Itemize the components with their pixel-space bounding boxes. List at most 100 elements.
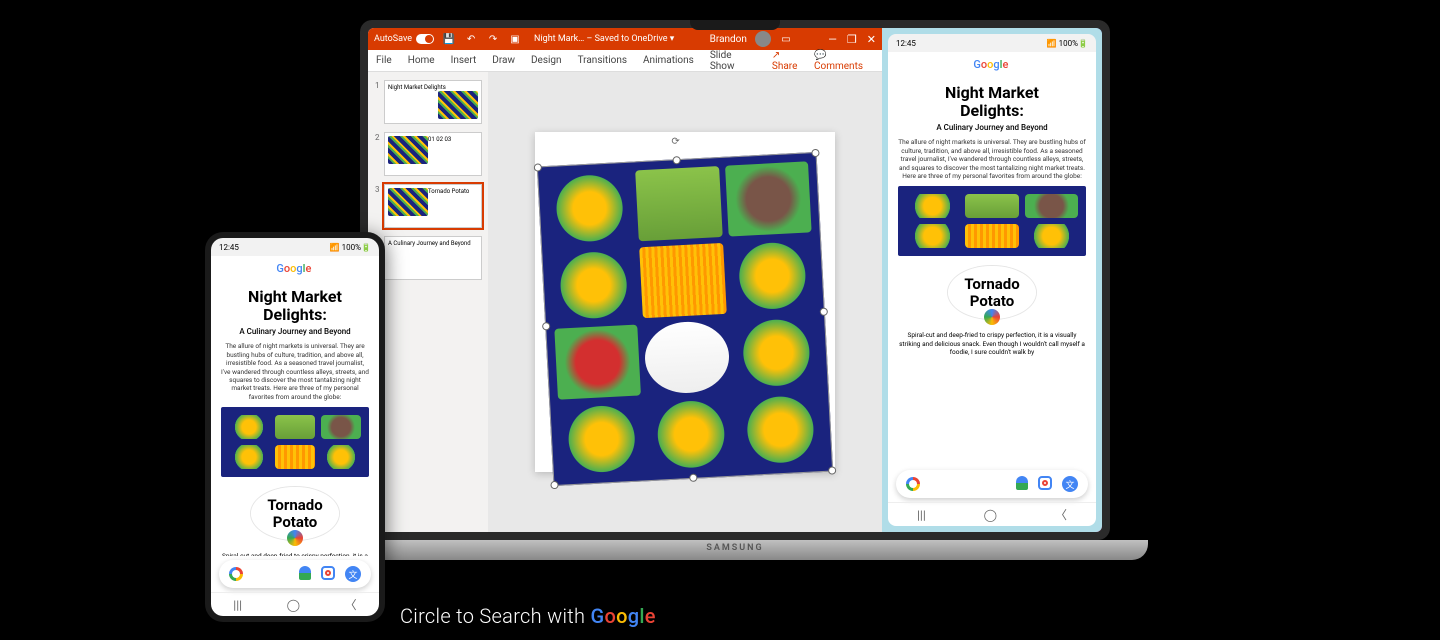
resize-handle[interactable] [689, 474, 697, 482]
article-title: Night MarketDelights: [898, 84, 1086, 119]
lens-icon[interactable] [1038, 476, 1052, 490]
undo-icon[interactable]: ↶ [464, 32, 478, 46]
search-bar[interactable]: 文 [219, 560, 371, 588]
recents-button[interactable]: ||| [233, 598, 242, 612]
home-button[interactable]: ◯ [984, 508, 997, 522]
translate-icon[interactable]: 文 [1062, 476, 1078, 492]
google-logo: Google [276, 262, 311, 275]
thumb-2[interactable]: 201 02 03 [384, 132, 482, 176]
article-title: Night MarketDelights: [221, 288, 369, 323]
phone-device: 12:45 📶 100%🔋 ✕ Google ⋮ Night MarketDel… [205, 232, 385, 622]
sparkle-icon [984, 309, 1000, 325]
titlebar: AutoSave 💾 ↶ ↷ ▣ Night Mark… – Saved to … [368, 28, 882, 50]
comments-button[interactable]: 💬 Comments [814, 50, 874, 72]
article-image [898, 186, 1086, 256]
article-content: Night MarketDelights: A Culinary Journey… [211, 256, 379, 556]
more-icon[interactable]: ⋮ [1074, 56, 1088, 72]
article-body: The allure of night markets is universal… [221, 342, 369, 401]
slide-edit-area: ⟳ [535, 132, 835, 472]
tab-draw[interactable]: Draw [492, 55, 515, 66]
google-logo: Google [591, 604, 656, 628]
thumb-4[interactable]: A Culinary Journey and Beyond [384, 236, 482, 280]
slide-canvas[interactable]: ⟳ [488, 72, 882, 532]
resize-handle[interactable] [828, 466, 836, 474]
clock: 12:45 [896, 39, 916, 48]
autosave-toggle[interactable]: AutoSave [374, 34, 434, 44]
article-desc: Spiral-cut and deep-fried to crispy perf… [221, 552, 369, 556]
status-icons: 📶 100%🔋 [1047, 39, 1088, 48]
resize-handle[interactable] [550, 481, 558, 489]
mic-icon[interactable] [299, 566, 311, 580]
thumb-3[interactable]: 3Tornado Potato [384, 184, 482, 228]
tab-transitions[interactable]: Transitions [578, 55, 627, 66]
circle-to-search-selection[interactable]: TornadoPotato [251, 487, 338, 540]
search-bar[interactable]: 文 [896, 470, 1088, 498]
mic-icon[interactable] [1016, 476, 1028, 490]
search-overlay-bar: ✕ Google ⋮ [211, 256, 379, 280]
toggle-icon[interactable] [416, 34, 434, 44]
phone-screen: 12:45 📶 100%🔋 ✕ Google ⋮ Night MarketDel… [211, 238, 379, 616]
phone-mirror-panel: 12:45 📶 100%🔋 ✕ Google ⋮ Night MarketDel… [882, 28, 1102, 532]
document-title: Night Mark… – Saved to OneDrive ▾ [534, 34, 674, 44]
home-button[interactable]: ◯ [287, 598, 300, 612]
tab-insert[interactable]: Insert [451, 55, 477, 66]
resize-handle[interactable] [811, 149, 819, 157]
avatar-icon[interactable] [755, 31, 771, 47]
tab-home[interactable]: Home [408, 55, 435, 66]
tab-slideshow[interactable]: Slide Show [710, 50, 756, 72]
status-bar: 12:45 📶 100%🔋 [888, 34, 1096, 52]
more-icon[interactable]: ⋮ [357, 260, 371, 276]
autosave-label: AutoSave [374, 34, 412, 44]
rotate-handle-icon[interactable]: ⟳ [671, 136, 680, 147]
redo-icon[interactable]: ↷ [486, 32, 500, 46]
ribbon-mode-icon[interactable]: ▭ [779, 32, 793, 46]
search-overlay-bar: ✕ Google ⋮ [888, 52, 1096, 76]
share-button[interactable]: ↗ Share [772, 50, 806, 72]
close-icon[interactable]: ✕ [896, 57, 908, 71]
laptop-bezel: AutoSave 💾 ↶ ↷ ▣ Night Mark… – Saved to … [360, 20, 1110, 540]
circled-text: TornadoPotato [964, 276, 1019, 309]
tab-file[interactable]: File [376, 55, 392, 66]
android-nav-bar: ||| ◯ 〈 [888, 502, 1096, 526]
close-icon[interactable]: ✕ [219, 261, 231, 275]
google-icon[interactable] [906, 477, 920, 491]
android-nav-bar: ||| ◯ 〈 [211, 592, 379, 616]
back-button[interactable]: 〈 [345, 596, 357, 613]
marketing-tagline: Circle to Search with Google [400, 604, 656, 628]
status-bar: 12:45 📶 100%🔋 [211, 238, 379, 256]
slide-thumbnails: 1Night Market Delights 201 02 03 3Tornad… [368, 72, 488, 532]
phone-mirror-screen: 12:45 📶 100%🔋 ✕ Google ⋮ Night MarketDel… [888, 34, 1096, 526]
thumb-1[interactable]: 1Night Market Delights [384, 80, 482, 124]
recents-button[interactable]: ||| [917, 508, 926, 522]
present-icon[interactable]: ▣ [508, 32, 522, 46]
close-button[interactable]: ✕ [867, 33, 876, 46]
minimize-button[interactable]: — [828, 33, 837, 46]
resize-handle[interactable] [820, 308, 828, 316]
laptop-notch [690, 20, 780, 30]
article-image [221, 407, 369, 477]
article-body: The allure of night markets is universal… [898, 138, 1086, 180]
laptop-screen: AutoSave 💾 ↶ ↷ ▣ Night Mark… – Saved to … [368, 28, 1102, 532]
article-content: Night MarketDelights: A Culinary Journey… [888, 52, 1096, 466]
article-desc: Spiral-cut and deep-fried to crispy perf… [898, 331, 1086, 356]
tab-animations[interactable]: Animations [643, 55, 694, 66]
back-button[interactable]: 〈 [1055, 506, 1067, 523]
selected-image[interactable]: ⟳ [537, 152, 833, 486]
ppt-body: 1Night Market Delights 201 02 03 3Tornad… [368, 72, 882, 532]
tab-design[interactable]: Design [531, 55, 562, 66]
google-logo: Google [973, 58, 1008, 71]
maximize-button[interactable]: ❐ [847, 33, 857, 46]
lens-icon[interactable] [321, 566, 335, 580]
translate-icon[interactable]: 文 [345, 566, 361, 582]
ribbon-tabs: File Home Insert Draw Design Transitions… [368, 50, 882, 72]
circle-to-search-selection[interactable]: TornadoPotato [948, 266, 1035, 319]
user-name: Brandon [710, 34, 747, 45]
laptop-device: AutoSave 💾 ↶ ↷ ▣ Night Mark… – Saved to … [360, 20, 1110, 580]
laptop-brand: SAMSUNG [706, 543, 763, 553]
save-icon[interactable]: 💾 [442, 32, 456, 46]
google-icon[interactable] [229, 567, 243, 581]
article-subtitle: A Culinary Journey and Beyond [898, 123, 1086, 132]
article-subtitle: A Culinary Journey and Beyond [221, 327, 369, 336]
powerpoint-window: AutoSave 💾 ↶ ↷ ▣ Night Mark… – Saved to … [368, 28, 882, 532]
sparkle-icon [287, 530, 303, 546]
